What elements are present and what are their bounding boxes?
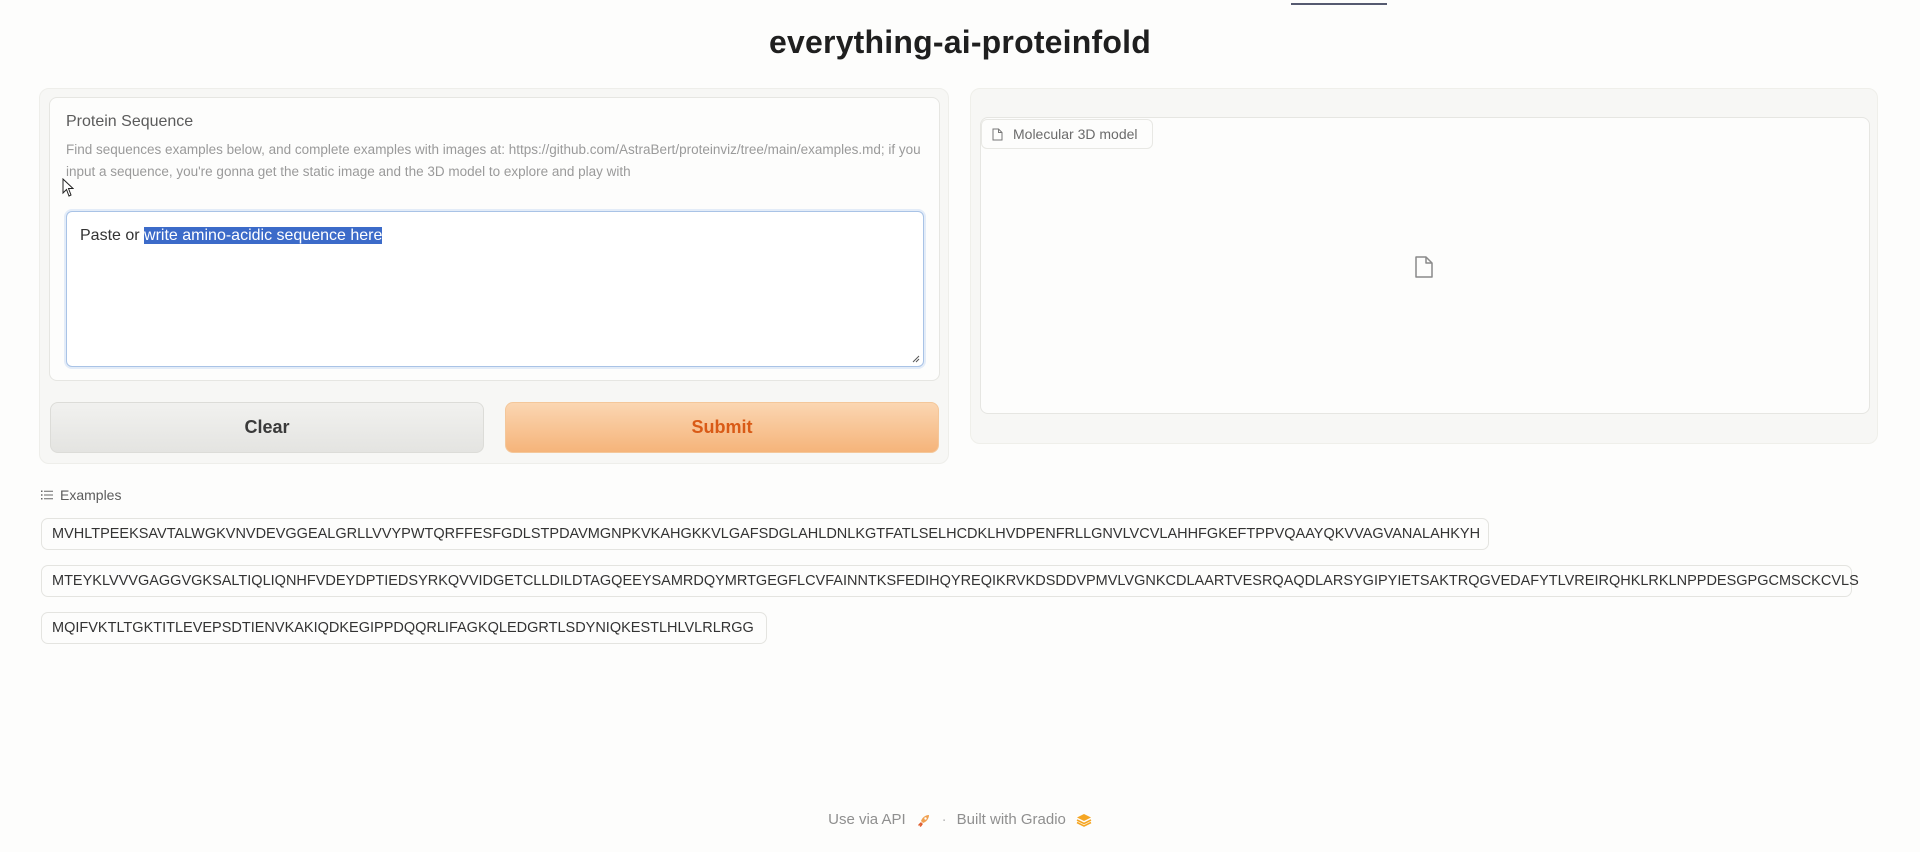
list-icon	[41, 490, 53, 500]
built-with-gradio-link[interactable]: Built with Gradio	[957, 811, 1066, 828]
top-indicator	[1291, 0, 1387, 5]
gradio-logo-icon	[1076, 813, 1092, 827]
sequence-textarea[interactable]: Paste or write amino-acidic sequence her…	[66, 211, 924, 367]
footer-separator: ·	[941, 811, 947, 828]
page-title: everything-ai-proteinfold	[769, 24, 1151, 60]
examples-header: Examples	[41, 487, 121, 503]
example-item[interactable]: MQIFVKTLTGKTITLEVEPSDTIENVKAKIQDKEGIPPDQ…	[41, 612, 767, 644]
sequence-text: Paste or write amino-acidic sequence her…	[80, 227, 383, 245]
rocket-icon	[917, 814, 929, 827]
model-label-tag: Molecular 3D model	[981, 119, 1153, 149]
footer: Use via API · Built with Gradio	[0, 811, 1920, 828]
use-api-label: Use via API	[828, 811, 906, 828]
clear-button[interactable]: Clear	[50, 402, 484, 453]
use-api-link[interactable]: Use via API	[828, 811, 906, 828]
examples-label: Examples	[60, 487, 122, 503]
model-label: Molecular 3D model	[1013, 126, 1138, 142]
submit-button[interactable]: Submit	[505, 402, 939, 453]
example-item[interactable]: MVHLTPEEKSAVTALWGKVNVDEVGGEALGRLLVVYPWTQ…	[41, 518, 1489, 550]
resize-handle-icon[interactable]	[912, 355, 920, 363]
example-item[interactable]: MTEYKLVVVGAGGVGKSALTIQLIQNHFVDEYDPTIEDSY…	[41, 565, 1859, 597]
file-icon	[992, 128, 1003, 140]
sequence-label: Protein Sequence	[66, 113, 194, 130]
mouse-cursor-icon	[62, 178, 74, 197]
sequence-info: Find sequences examples below, and compl…	[66, 142, 921, 179]
built-with-label: Built with Gradio	[956, 811, 1066, 828]
selected-text: write amino-acidic sequence here	[144, 227, 383, 244]
text-before: Paste or	[80, 227, 145, 244]
empty-file-icon	[1415, 256, 1433, 278]
